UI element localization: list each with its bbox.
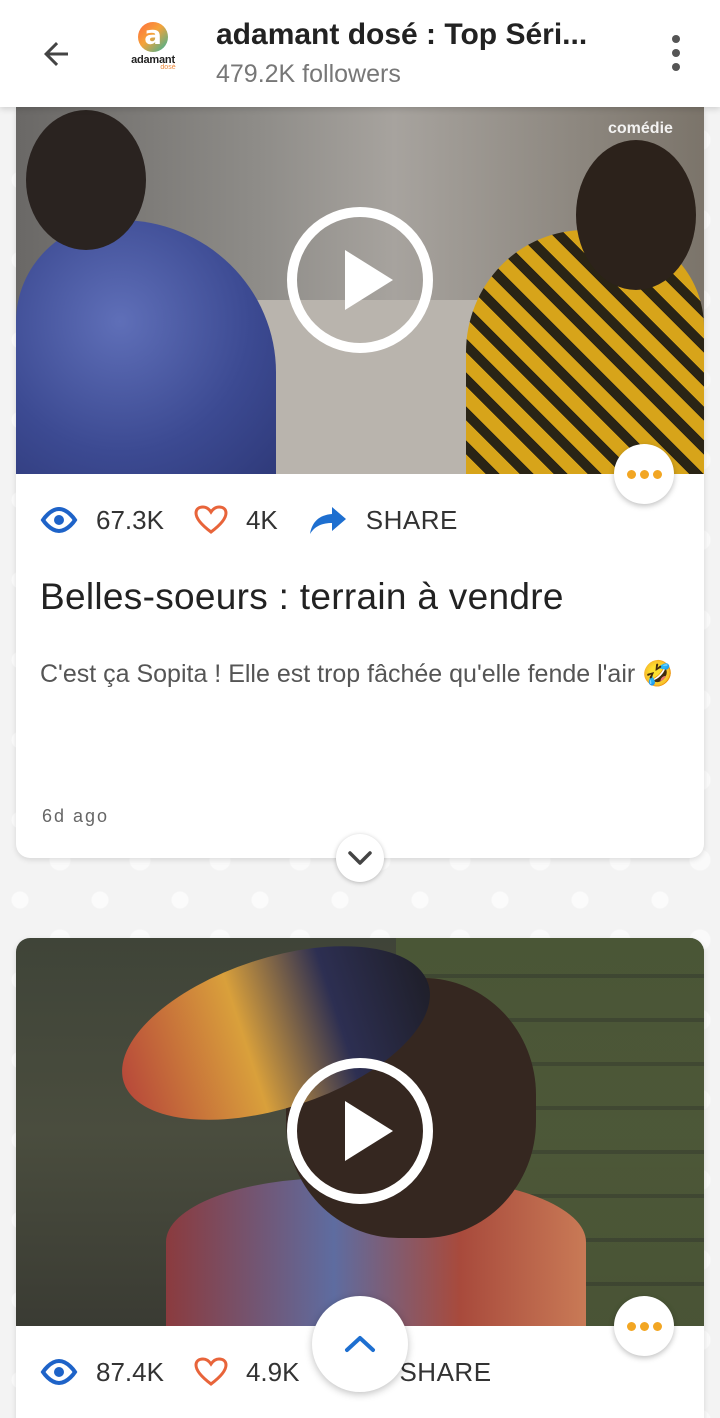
- post-title[interactable]: Belles-soeurs : terrain à vendre: [40, 576, 680, 618]
- views-stat: 87.4K: [40, 1357, 164, 1388]
- app-header: a adamant dosé adamant dosé : Top Séri..…: [0, 0, 720, 107]
- like-button[interactable]: 4K: [194, 505, 278, 536]
- share-button[interactable]: SHARE: [308, 505, 458, 536]
- share-arrow-icon: [309, 507, 346, 534]
- share-label: SHARE: [399, 1356, 492, 1387]
- scroll-to-top-button[interactable]: [312, 1296, 408, 1392]
- post-stats: 67.3K 4K SHARE: [40, 500, 488, 540]
- post-stats: 87.4K 4.9K SHARE: [40, 1352, 522, 1392]
- back-button[interactable]: [28, 26, 84, 82]
- more-options-button[interactable]: [656, 28, 696, 78]
- likes-count: 4K: [245, 504, 278, 535]
- followers-count: 479.2K followers: [216, 60, 401, 88]
- play-icon[interactable]: [285, 205, 435, 355]
- channel-title[interactable]: adamant dosé : Top Séri...: [216, 18, 636, 52]
- views-count: 67.3K: [96, 504, 164, 535]
- views-count: 87.4K: [96, 1356, 164, 1387]
- play-icon[interactable]: [285, 1056, 435, 1206]
- eye-icon: [40, 1359, 78, 1385]
- chevron-down-icon: [348, 851, 372, 865]
- chevron-up-icon: [345, 1336, 375, 1352]
- video-thumbnail[interactable]: comédie: [16, 100, 704, 474]
- views-stat: 67.3K: [40, 505, 164, 536]
- post-more-button[interactable]: [614, 1296, 674, 1356]
- thumbnail-watermark: comédie: [608, 120, 673, 137]
- heart-icon: [194, 505, 228, 534]
- more-horizontal-icon: [626, 1321, 636, 1331]
- channel-logo[interactable]: a adamant dosé: [118, 22, 188, 86]
- likes-count: 4.9K: [245, 1356, 300, 1387]
- heart-icon: [194, 1357, 228, 1386]
- share-label: SHARE: [365, 504, 458, 535]
- like-button[interactable]: 4.9K: [194, 1356, 300, 1388]
- video-thumbnail[interactable]: [16, 938, 704, 1326]
- post-description: C'est ça Sopita ! Elle est trop fâchée q…: [40, 660, 674, 688]
- post-card: comédie 67.3K 4K SHARE Belles-soeurs: t…: [16, 100, 704, 858]
- more-horizontal-icon: [626, 469, 636, 479]
- logo-mark-icon: a: [138, 22, 168, 52]
- more-vertical-icon: [672, 35, 680, 43]
- expand-button[interactable]: [336, 834, 384, 882]
- logo-subtext: dosé: [160, 64, 176, 71]
- arrow-left-icon: [44, 42, 68, 66]
- eye-icon: [40, 507, 78, 533]
- post-timestamp: 6d ago: [42, 806, 110, 826]
- post-more-button[interactable]: [614, 444, 674, 504]
